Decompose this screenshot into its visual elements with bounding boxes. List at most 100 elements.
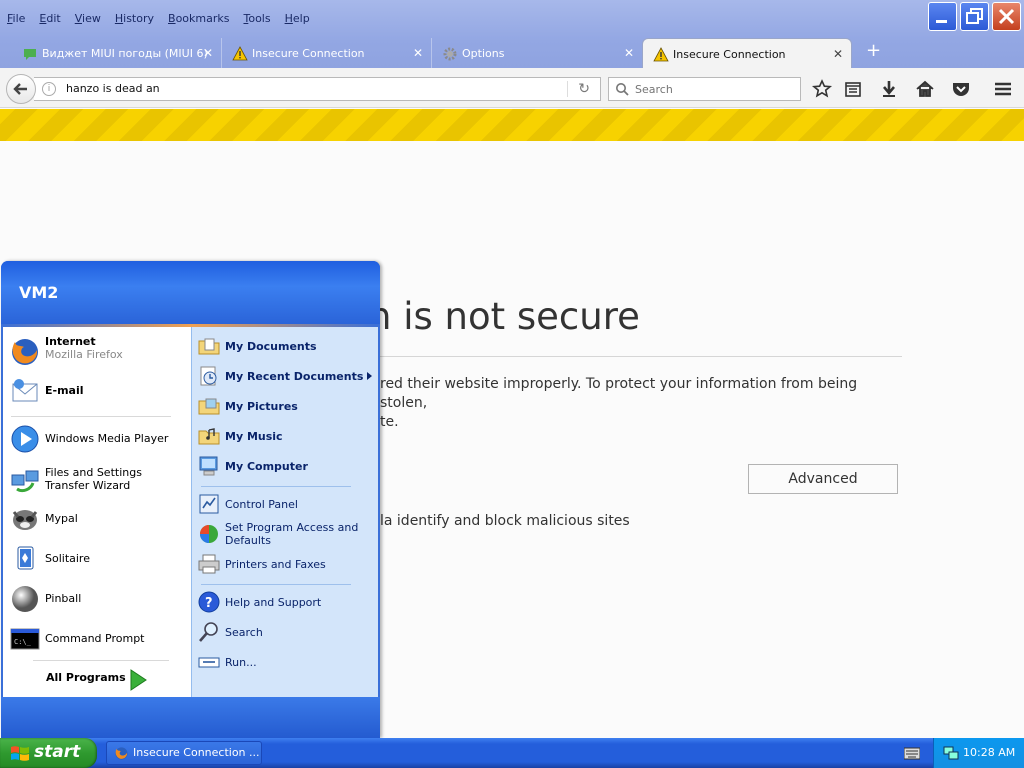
green-arrow-icon[interactable] [129,669,147,691]
clock[interactable]: 10:28 AM [963,738,1015,768]
navigation-toolbar: i hanzo is dead an ↻ [0,68,1024,108]
submenu-arrow-icon [367,372,372,380]
start-item-control-panel[interactable]: Control Panel [197,491,375,517]
menu-view[interactable]: View [68,9,108,29]
folder-pictures-icon [198,398,220,415]
item-label: Run... [225,656,257,669]
keyboard-icon[interactable] [904,746,920,760]
item-label: Files and Settings Transfer Wizard [45,466,142,492]
mypal-raccoon-icon [12,510,38,530]
start-item-my-documents[interactable]: My Documents [197,333,375,359]
start-item-windows-media-player[interactable]: Windows Media Player [7,422,187,456]
start-item-solitaire[interactable]: Solitaire [7,542,187,576]
computer-icon [199,456,218,476]
menu-history[interactable]: History [108,9,161,29]
menu-help[interactable]: Help [278,9,317,29]
url-text[interactable]: hanzo is dead an [66,78,160,100]
email-icon [12,379,38,402]
printer-icon [198,554,220,574]
item-label: Pinball [45,592,82,605]
menu-bookmarks[interactable]: Bookmarks [161,9,236,29]
menu-file[interactable]: File [0,9,32,29]
restore-icon [966,8,983,24]
firefox-icon [115,747,128,760]
close-window-button[interactable] [992,2,1021,31]
menu-bar: File Edit View History Bookmarks Tools H… [0,9,317,29]
start-item-run[interactable]: Run... [197,649,375,675]
start-item-help-support[interactable]: ? Help and Support [197,589,375,615]
new-tab-button[interactable]: + [866,42,881,60]
item-label: E-mail [45,384,84,397]
info-icon[interactable]: i [42,82,56,96]
tab-insecure-connection-1[interactable]: Insecure Connection ✕ [222,38,432,68]
url-bar[interactable]: i hanzo is dead an ↻ [34,77,601,101]
start-item-my-computer[interactable]: My Computer [197,453,375,479]
tab-miui-widget[interactable]: Виджет MIUI погоды (MIUI 6) ✕ [12,38,222,68]
transfer-wizard-icon [11,470,39,493]
folder-music-icon [198,428,220,445]
start-item-command-prompt[interactable]: C:\_ Command Prompt [7,622,187,656]
minimize-icon [936,20,947,23]
window-controls [928,2,1021,31]
error-title: n is not secure [368,295,640,338]
all-programs-separator [33,660,169,661]
start-menu-footer [1,697,380,738]
item-label: Command Prompt [45,632,145,645]
search-input[interactable] [633,80,793,98]
places-separator [201,486,351,487]
svg-text:C:\_: C:\_ [14,638,32,646]
start-item-my-recent-documents[interactable]: My Recent Documents [197,363,375,389]
menu-edit[interactable]: Edit [32,9,67,29]
tab-close-icon[interactable]: ✕ [413,38,423,68]
reading-list-icon[interactable] [842,78,864,100]
start-item-my-music[interactable]: My Music [197,423,375,449]
tab-close-icon[interactable]: ✕ [624,38,634,68]
warning-icon [232,46,248,61]
start-item-mypal[interactable]: Mypal [7,502,187,536]
gear-icon [443,47,457,61]
start-item-pinball[interactable]: Pinball [7,582,187,616]
tab-insecure-connection-active[interactable]: Insecure Connection ✕ [642,38,852,68]
start-menu-header: VM2 [1,261,380,325]
task-label: Insecure Connection ... [133,746,260,759]
tab-label: Insecure Connection [252,47,365,60]
minimize-button[interactable] [928,2,957,31]
item-label: My Recent Documents [225,370,364,383]
start-item-my-pictures[interactable]: My Pictures [197,393,375,419]
taskbar-task-firefox[interactable]: Insecure Connection ... [106,741,262,765]
start-button[interactable]: start [0,738,97,768]
error-description-line: te. [380,414,399,430]
item-label: Set Program Access and Defaults [225,521,359,547]
start-item-transfer-wizard[interactable]: Files and Settings Transfer Wizard [7,462,187,496]
item-label: My Music [225,430,283,443]
item-label: Mypal [45,512,78,525]
restore-button[interactable] [960,2,989,31]
start-item-search[interactable]: Search [197,619,375,645]
search-bar[interactable] [608,77,801,101]
back-button[interactable] [6,74,36,104]
start-item-internet[interactable]: Internet Mozilla Firefox [7,335,187,369]
start-label: start [34,742,81,762]
network-icon[interactable] [943,745,959,761]
error-description-line: red their website improperly. To protect… [380,376,858,411]
reload-icon[interactable]: ↻ [578,81,590,97]
folder-documents-icon [198,338,220,355]
menu-tools[interactable]: Tools [236,9,277,29]
bookmark-star-icon[interactable] [811,78,833,100]
pocket-icon[interactable] [950,78,972,100]
start-item-printers-faxes[interactable]: Printers and Faxes [197,551,375,577]
advanced-button[interactable]: Advanced [748,464,898,494]
item-label: My Pictures [225,400,298,413]
download-icon[interactable] [878,78,900,100]
home-icon[interactable] [914,78,936,100]
report-error-text: la identify and block malicious sites [380,513,630,529]
start-item-email[interactable]: E-mail [7,374,187,408]
menu-icon[interactable] [992,78,1014,100]
chat-bubble-icon [24,49,36,60]
tab-close-icon[interactable]: ✕ [833,39,843,68]
all-programs-button[interactable]: All Programs [46,671,126,684]
tab-close-icon[interactable]: ✕ [203,38,213,68]
tab-options[interactable]: Options ✕ [432,38,642,68]
start-item-program-access-defaults[interactable]: Set Program Access and Defaults [197,521,375,547]
command-prompt-icon: C:\_ [10,628,40,650]
